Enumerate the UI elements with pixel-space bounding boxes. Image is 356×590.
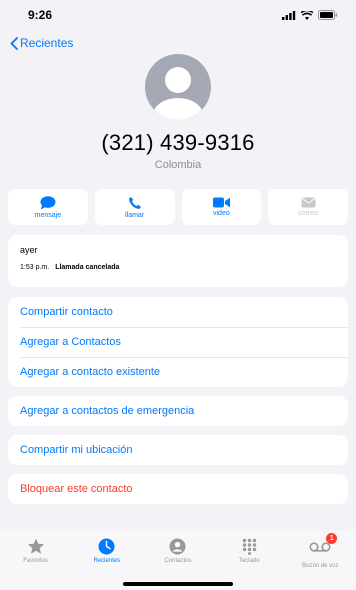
clock-icon: [98, 538, 115, 555]
call-label: llamar: [125, 211, 145, 219]
phone-icon: [128, 196, 141, 209]
message-icon: [40, 195, 56, 209]
message-button[interactable]: mensaje: [8, 189, 88, 225]
mail-label: correo: [298, 210, 319, 217]
contacts-icon: [169, 538, 186, 555]
status-time: 9:26: [28, 8, 53, 22]
share-location-item[interactable]: Compartir mi ubicación: [8, 435, 348, 465]
add-emergency-contact-item[interactable]: Agregar a contactos de emergencia: [8, 396, 348, 426]
add-to-contacts-item[interactable]: Agregar a Contactos: [8, 327, 348, 357]
mail-icon: [301, 197, 316, 208]
action-buttons: mensaje llamar video correo: [0, 189, 356, 225]
tab-contacts[interactable]: Contactos: [146, 538, 210, 564]
home-indicator: [123, 582, 233, 586]
history-day: ayer: [20, 245, 38, 255]
contact-number: (321) 439-9316: [101, 130, 255, 155]
tab-bar: Favoritos Recientes Contactos Teclado 1 …: [0, 530, 356, 590]
voicemail-badge: 1: [326, 533, 338, 544]
tab-contacts-label: Contactos: [164, 558, 192, 564]
tab-favorites-label: Favoritos: [23, 558, 48, 564]
tab-keypad-label: Teclado: [238, 558, 260, 564]
message-label: mensaje: [34, 211, 62, 219]
avatar: [145, 54, 211, 120]
add-to-existing-contact-item[interactable]: Agregar a contacto existente: [8, 357, 348, 387]
battery-icon: [318, 10, 338, 20]
keypad-icon: [242, 538, 256, 555]
mail-button[interactable]: correo: [268, 189, 348, 225]
call-button[interactable]: llamar: [94, 189, 175, 225]
contact-options: Compartir contacto Agregar a Contactos A…: [8, 297, 348, 387]
back-label: Recientes: [20, 36, 74, 50]
tab-recents-label: Recientes: [93, 558, 121, 564]
tab-keypad[interactable]: Teclado: [217, 538, 281, 564]
status-bar: 9:26: [0, 0, 356, 30]
location-group: Compartir mi ubicación: [8, 435, 348, 465]
signal-icon: [282, 10, 296, 20]
nav-bar: Recientes: [0, 30, 356, 56]
chevron-left-icon: [10, 36, 18, 50]
call-history: ayer 1:53 p.m. Llamada cancelada: [8, 235, 348, 287]
tab-favorites[interactable]: Favoritos: [4, 538, 68, 564]
contact-country: Colombia: [154, 159, 202, 171]
star-icon: [27, 538, 44, 554]
history-time: 1:53 p.m.: [20, 264, 50, 271]
history-status: Llamada cancelada: [55, 264, 120, 271]
voicemail-icon-wrap: 1: [309, 533, 338, 560]
video-button[interactable]: video: [181, 189, 262, 225]
tab-recents[interactable]: Recientes: [75, 538, 139, 564]
emergency-group: Agregar a contactos de emergencia: [8, 396, 348, 426]
history-entry: 1:53 p.m. Llamada cancelada: [20, 264, 336, 271]
block-group: Bloquear este contacto: [8, 474, 348, 504]
share-contact-item[interactable]: Compartir contacto: [8, 297, 348, 327]
block-contact-item[interactable]: Bloquear este contacto: [8, 474, 348, 504]
tab-voicemail-label: Buzón de voz: [302, 563, 339, 569]
tab-voicemail[interactable]: 1 Buzón de voz: [288, 533, 352, 569]
wifi-icon: [301, 10, 313, 20]
video-icon: [212, 197, 230, 208]
video-label: video: [213, 210, 230, 217]
status-icons: [282, 10, 338, 20]
back-button[interactable]: Recientes: [10, 36, 73, 50]
contact-header: (321) 439-9316 Colombia: [0, 54, 356, 171]
